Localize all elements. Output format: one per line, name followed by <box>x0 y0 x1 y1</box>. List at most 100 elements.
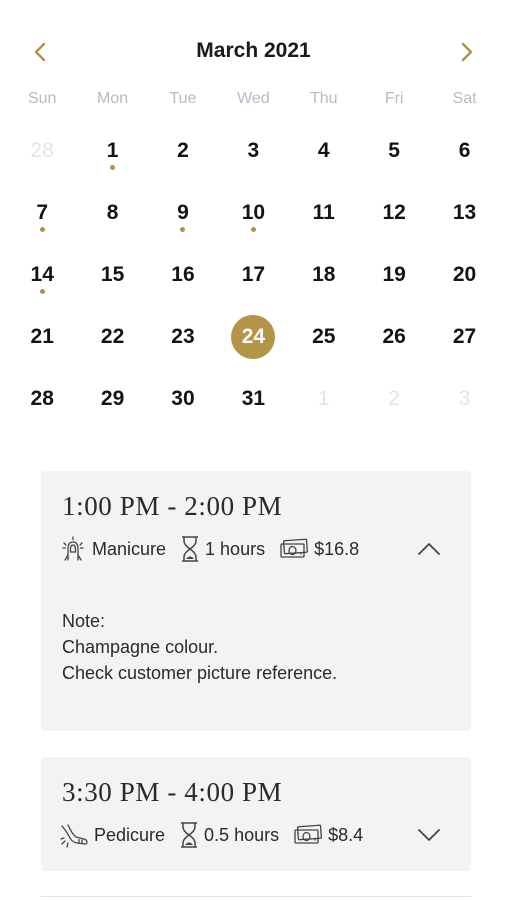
calendar-day[interactable]: 11 <box>289 182 359 244</box>
day-number: 3 <box>247 139 260 162</box>
day-number: 3 <box>458 387 471 410</box>
calendar-day-outside-month[interactable]: 1 <box>289 368 359 430</box>
day-number: 22 <box>100 325 125 348</box>
event-dot <box>180 227 186 232</box>
appointment-note: Note: Champagne colour. Check customer p… <box>62 608 337 686</box>
day-number: 5 <box>388 139 400 162</box>
day-number: 31 <box>241 387 266 410</box>
calendar-day[interactable]: 10 <box>218 182 288 244</box>
calendar-day[interactable]: 6 <box>429 120 499 182</box>
calendar-day[interactable]: 26 <box>359 306 429 368</box>
day-number: 13 <box>452 201 477 224</box>
calendar-day[interactable]: 14 <box>7 244 77 306</box>
weekday-label: Tue <box>169 90 197 107</box>
calendar-day[interactable]: 7 <box>7 182 77 244</box>
chevron-up-icon <box>418 543 440 555</box>
calendar-day[interactable]: 2 <box>148 120 218 182</box>
calendar-day[interactable]: 4 <box>289 120 359 182</box>
note-line: Champagne colour. <box>62 637 219 657</box>
duration: 0.5 hours <box>204 824 280 845</box>
day-number: 1 <box>317 387 330 410</box>
calendar-header: March 2021 <box>0 34 507 70</box>
hourglass-icon <box>180 535 200 563</box>
appointment-time: 1:00 PM - 2:00 PM <box>62 491 283 521</box>
appointment-card[interactable]: 3:30 PM - 4:00 PM Pedicure 0.5 hours $8.… <box>41 757 471 871</box>
day-number: 19 <box>382 263 406 286</box>
day-number: 30 <box>171 387 195 410</box>
day-number: 12 <box>382 201 406 224</box>
day-number: 10 <box>241 201 266 224</box>
divider <box>41 896 471 897</box>
weekday-label: Fri <box>384 90 404 107</box>
event-dot <box>39 289 45 294</box>
event-dot <box>110 165 116 170</box>
weekday-row: Sun Mon Tue Wed Thu Fri Sat <box>7 90 500 108</box>
calendar-day[interactable]: 9 <box>148 182 218 244</box>
appointment-details: Manicure 1 hours $16.8 <box>59 535 359 563</box>
calendar-day[interactable]: 31 <box>218 368 288 430</box>
cash-icon <box>279 538 309 560</box>
cash-icon <box>293 824 323 846</box>
calendar-day[interactable]: 22 <box>77 306 147 368</box>
month-title: March 2021 <box>196 39 311 62</box>
pedicure-icon <box>59 822 89 848</box>
day-number: 2 <box>388 387 400 410</box>
day-number: 11 <box>312 201 335 224</box>
day-number: 7 <box>36 201 49 224</box>
calendar-day[interactable]: 19 <box>359 244 429 306</box>
weekday-label: Wed <box>237 90 270 107</box>
calendar-day[interactable]: 27 <box>429 306 499 368</box>
calendar-day[interactable]: 21 <box>7 306 77 368</box>
calendar-day[interactable]: 1 <box>77 120 147 182</box>
event-dot <box>39 227 45 232</box>
next-month-button[interactable] <box>449 34 485 70</box>
day-number: 29 <box>100 387 125 410</box>
day-number: 18 <box>312 263 336 286</box>
day-number: 8 <box>106 201 119 224</box>
hourglass-icon <box>179 821 199 849</box>
day-number: 23 <box>171 325 195 348</box>
calendar-day-grid: 28 1 2 3 4 5 6 7 8 9 10 11 12 13 14 15 16 17 18 19 20 21 22 23 2… <box>7 120 500 430</box>
day-number: 21 <box>30 325 54 348</box>
calendar-day[interactable]: 29 <box>77 368 147 430</box>
manicure-icon <box>59 536 87 562</box>
calendar-day[interactable]: 28 <box>7 368 77 430</box>
day-number: 6 <box>458 139 471 162</box>
calendar-day[interactable]: 5 <box>359 120 429 182</box>
calendar-day[interactable]: 23 <box>148 306 218 368</box>
calendar-day[interactable]: 18 <box>289 244 359 306</box>
weekday-label: Sat <box>452 90 477 107</box>
appointment-time: 3:30 PM - 4:00 PM <box>62 777 283 807</box>
calendar-day[interactable]: 8 <box>77 182 147 244</box>
collapse-button[interactable] <box>415 535 443 563</box>
day-number: 24 <box>241 325 266 348</box>
event-dot <box>250 227 256 232</box>
day-number: 20 <box>452 263 477 286</box>
calendar-day[interactable]: 25 <box>289 306 359 368</box>
calendar-day[interactable]: 20 <box>429 244 499 306</box>
calendar-day-outside-month[interactable]: 2 <box>359 368 429 430</box>
day-number: 17 <box>241 263 266 286</box>
day-number: 25 <box>312 325 336 348</box>
calendar-day[interactable]: 13 <box>429 182 499 244</box>
appointment-card[interactable]: 1:00 PM - 2:00 PM Manicure 1 hours $16.8… <box>41 471 471 731</box>
service-name: Manicure <box>92 538 167 559</box>
calendar-day[interactable]: 16 <box>148 244 218 306</box>
calendar-day[interactable]: 15 <box>77 244 147 306</box>
chevron-down-icon <box>418 829 440 841</box>
day-number: 1 <box>106 139 119 162</box>
expand-button[interactable] <box>415 821 443 849</box>
calendar-day[interactable]: 3 <box>218 120 288 182</box>
price: $8.4 <box>328 824 364 845</box>
appointment-details: Pedicure 0.5 hours $8.4 <box>59 821 363 849</box>
duration: 1 hours <box>205 538 266 559</box>
day-number: 9 <box>177 201 189 224</box>
calendar-day[interactable]: 12 <box>359 182 429 244</box>
calendar-day-selected[interactable]: 24 <box>218 306 288 368</box>
calendar-day-outside-month[interactable]: 3 <box>429 368 499 430</box>
calendar-day[interactable]: 30 <box>148 368 218 430</box>
calendar-day[interactable]: 17 <box>218 244 288 306</box>
weekday-label: Thu <box>309 90 338 107</box>
weekday-label: Mon <box>97 90 129 107</box>
calendar-day-outside-month[interactable]: 28 <box>7 120 77 182</box>
